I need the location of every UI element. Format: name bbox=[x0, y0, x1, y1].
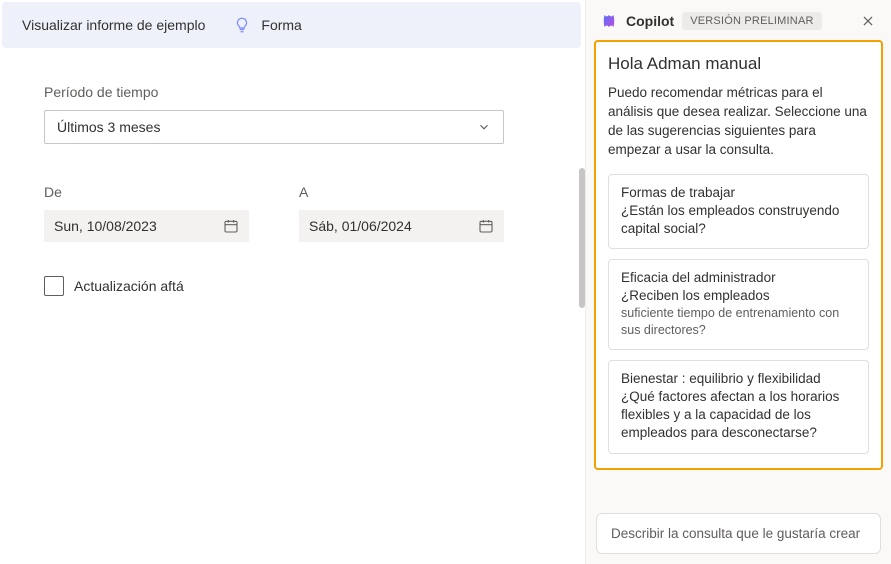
copilot-intro: Puedo recomendar métricas para el anális… bbox=[608, 84, 869, 160]
from-date-input[interactable]: Sun, 10/08/2023 bbox=[44, 210, 249, 242]
suggestion-title: Formas de trabajar bbox=[621, 185, 856, 200]
auto-update-checkbox[interactable] bbox=[44, 276, 64, 296]
from-date-value: Sun, 10/08/2023 bbox=[54, 218, 157, 234]
form-area: Período de tiempo Últimos 3 meses De Sun… bbox=[0, 48, 548, 564]
lightbulb-icon bbox=[233, 16, 251, 34]
copilot-panel: Copilot VERSIÓN PRELIMINAR Hola Adman ma… bbox=[585, 0, 891, 564]
greeting: Hola Adman manual bbox=[608, 54, 869, 74]
suggestion-question: ¿Están los empleados construyendo capita… bbox=[621, 202, 856, 238]
suggestion-question: ¿Qué factores afectan a los horarios fle… bbox=[621, 388, 856, 443]
from-label: De bbox=[44, 184, 249, 200]
to-date-value: Sáb, 01/06/2024 bbox=[309, 218, 412, 234]
copilot-highlight: Hola Adman manual Puedo recomendar métri… bbox=[594, 40, 883, 470]
suggestion-subtext: suficiente tiempo de entrenamiento con s… bbox=[621, 305, 856, 339]
shape-link[interactable]: Forma bbox=[261, 17, 301, 33]
calendar-icon bbox=[478, 218, 494, 234]
preview-badge: VERSIÓN PRELIMINAR bbox=[682, 12, 821, 30]
close-icon[interactable] bbox=[857, 10, 879, 32]
copilot-title: Copilot bbox=[626, 13, 674, 29]
suggestion-card[interactable]: Bienestar : equilibrio y flexibilidad ¿Q… bbox=[608, 360, 869, 454]
period-label: Período de tiempo bbox=[44, 84, 504, 100]
suggestion-card[interactable]: Formas de trabajar ¿Están los empleados … bbox=[608, 174, 869, 249]
period-value: Últimos 3 meses bbox=[57, 119, 160, 135]
to-label: A bbox=[299, 184, 504, 200]
suggestion-card[interactable]: Eficacia del administrador ¿Reciben los … bbox=[608, 259, 869, 350]
copilot-icon bbox=[600, 12, 618, 30]
period-select[interactable]: Últimos 3 meses bbox=[44, 110, 504, 144]
calendar-icon bbox=[223, 218, 239, 234]
auto-update-label: Actualización aftá bbox=[74, 278, 184, 294]
suggestion-title: Eficacia del administrador bbox=[621, 270, 856, 285]
prompt-input[interactable]: Describir la consulta que le gustaría cr… bbox=[596, 513, 881, 554]
top-bar: Visualizar informe de ejemplo Forma bbox=[2, 2, 581, 48]
suggestion-title: Bienestar : equilibrio y flexibilidad bbox=[621, 371, 856, 386]
preview-report-link[interactable]: Visualizar informe de ejemplo bbox=[22, 17, 205, 33]
to-date-input[interactable]: Sáb, 01/06/2024 bbox=[299, 210, 504, 242]
suggestion-question: ¿Reciben los empleados bbox=[621, 287, 856, 305]
chevron-down-icon bbox=[477, 120, 491, 134]
